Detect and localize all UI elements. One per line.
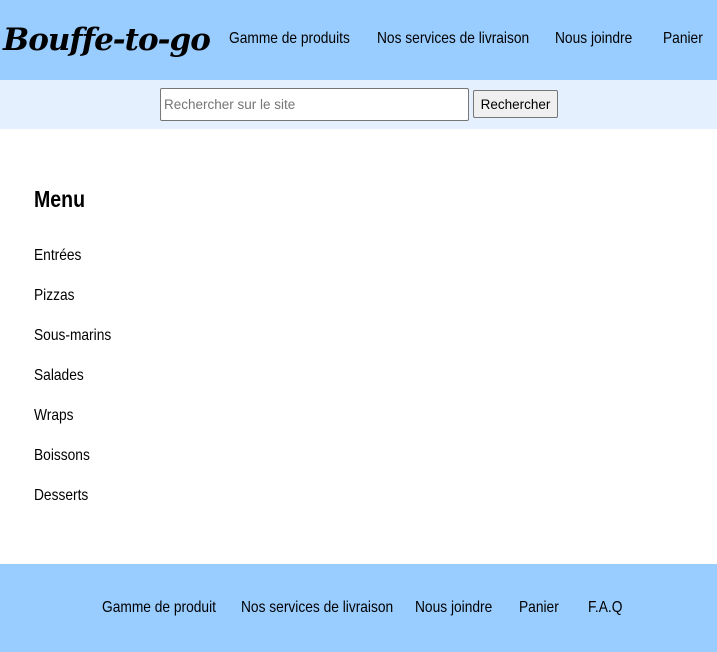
footer-link-cart[interactable]: Panier <box>519 597 559 619</box>
search-button[interactable]: Rechercher <box>473 90 558 118</box>
menu-item-entrees[interactable]: Entrées <box>34 245 81 267</box>
menu-item-boissons[interactable]: Boissons <box>34 445 90 467</box>
site-logo[interactable]: Bouffe-to-go <box>3 20 211 60</box>
menu-item-salades[interactable]: Salades <box>34 365 84 387</box>
site-header: Bouffe-to-go Gamme de produits Nos servi… <box>0 0 717 80</box>
footer-link-product-range[interactable]: Gamme de produit <box>102 597 216 619</box>
menu-item-sous-marins[interactable]: Sous-marins <box>34 325 111 347</box>
nav-item-contact[interactable]: Nous joindre <box>555 28 632 50</box>
footer-link-contact[interactable]: Nous joindre <box>415 597 492 619</box>
search-input[interactable] <box>160 88 469 121</box>
nav-item-cart[interactable]: Panier <box>663 28 703 50</box>
site-footer: Gamme de produit Nos services de livrais… <box>0 564 717 652</box>
footer-link-faq[interactable]: F.A.Q <box>588 597 622 619</box>
nav-item-product-range[interactable]: Gamme de produits <box>229 28 350 50</box>
footer-link-delivery-services[interactable]: Nos services de livraison <box>241 597 393 619</box>
menu-item-wraps[interactable]: Wraps <box>34 405 74 427</box>
search-bar: Rechercher <box>0 80 717 129</box>
nav-item-delivery-services[interactable]: Nos services de livraison <box>377 28 529 50</box>
menu-title: Menu <box>34 186 86 212</box>
menu-item-pizzas[interactable]: Pizzas <box>34 285 75 307</box>
menu-item-desserts[interactable]: Desserts <box>34 485 88 507</box>
